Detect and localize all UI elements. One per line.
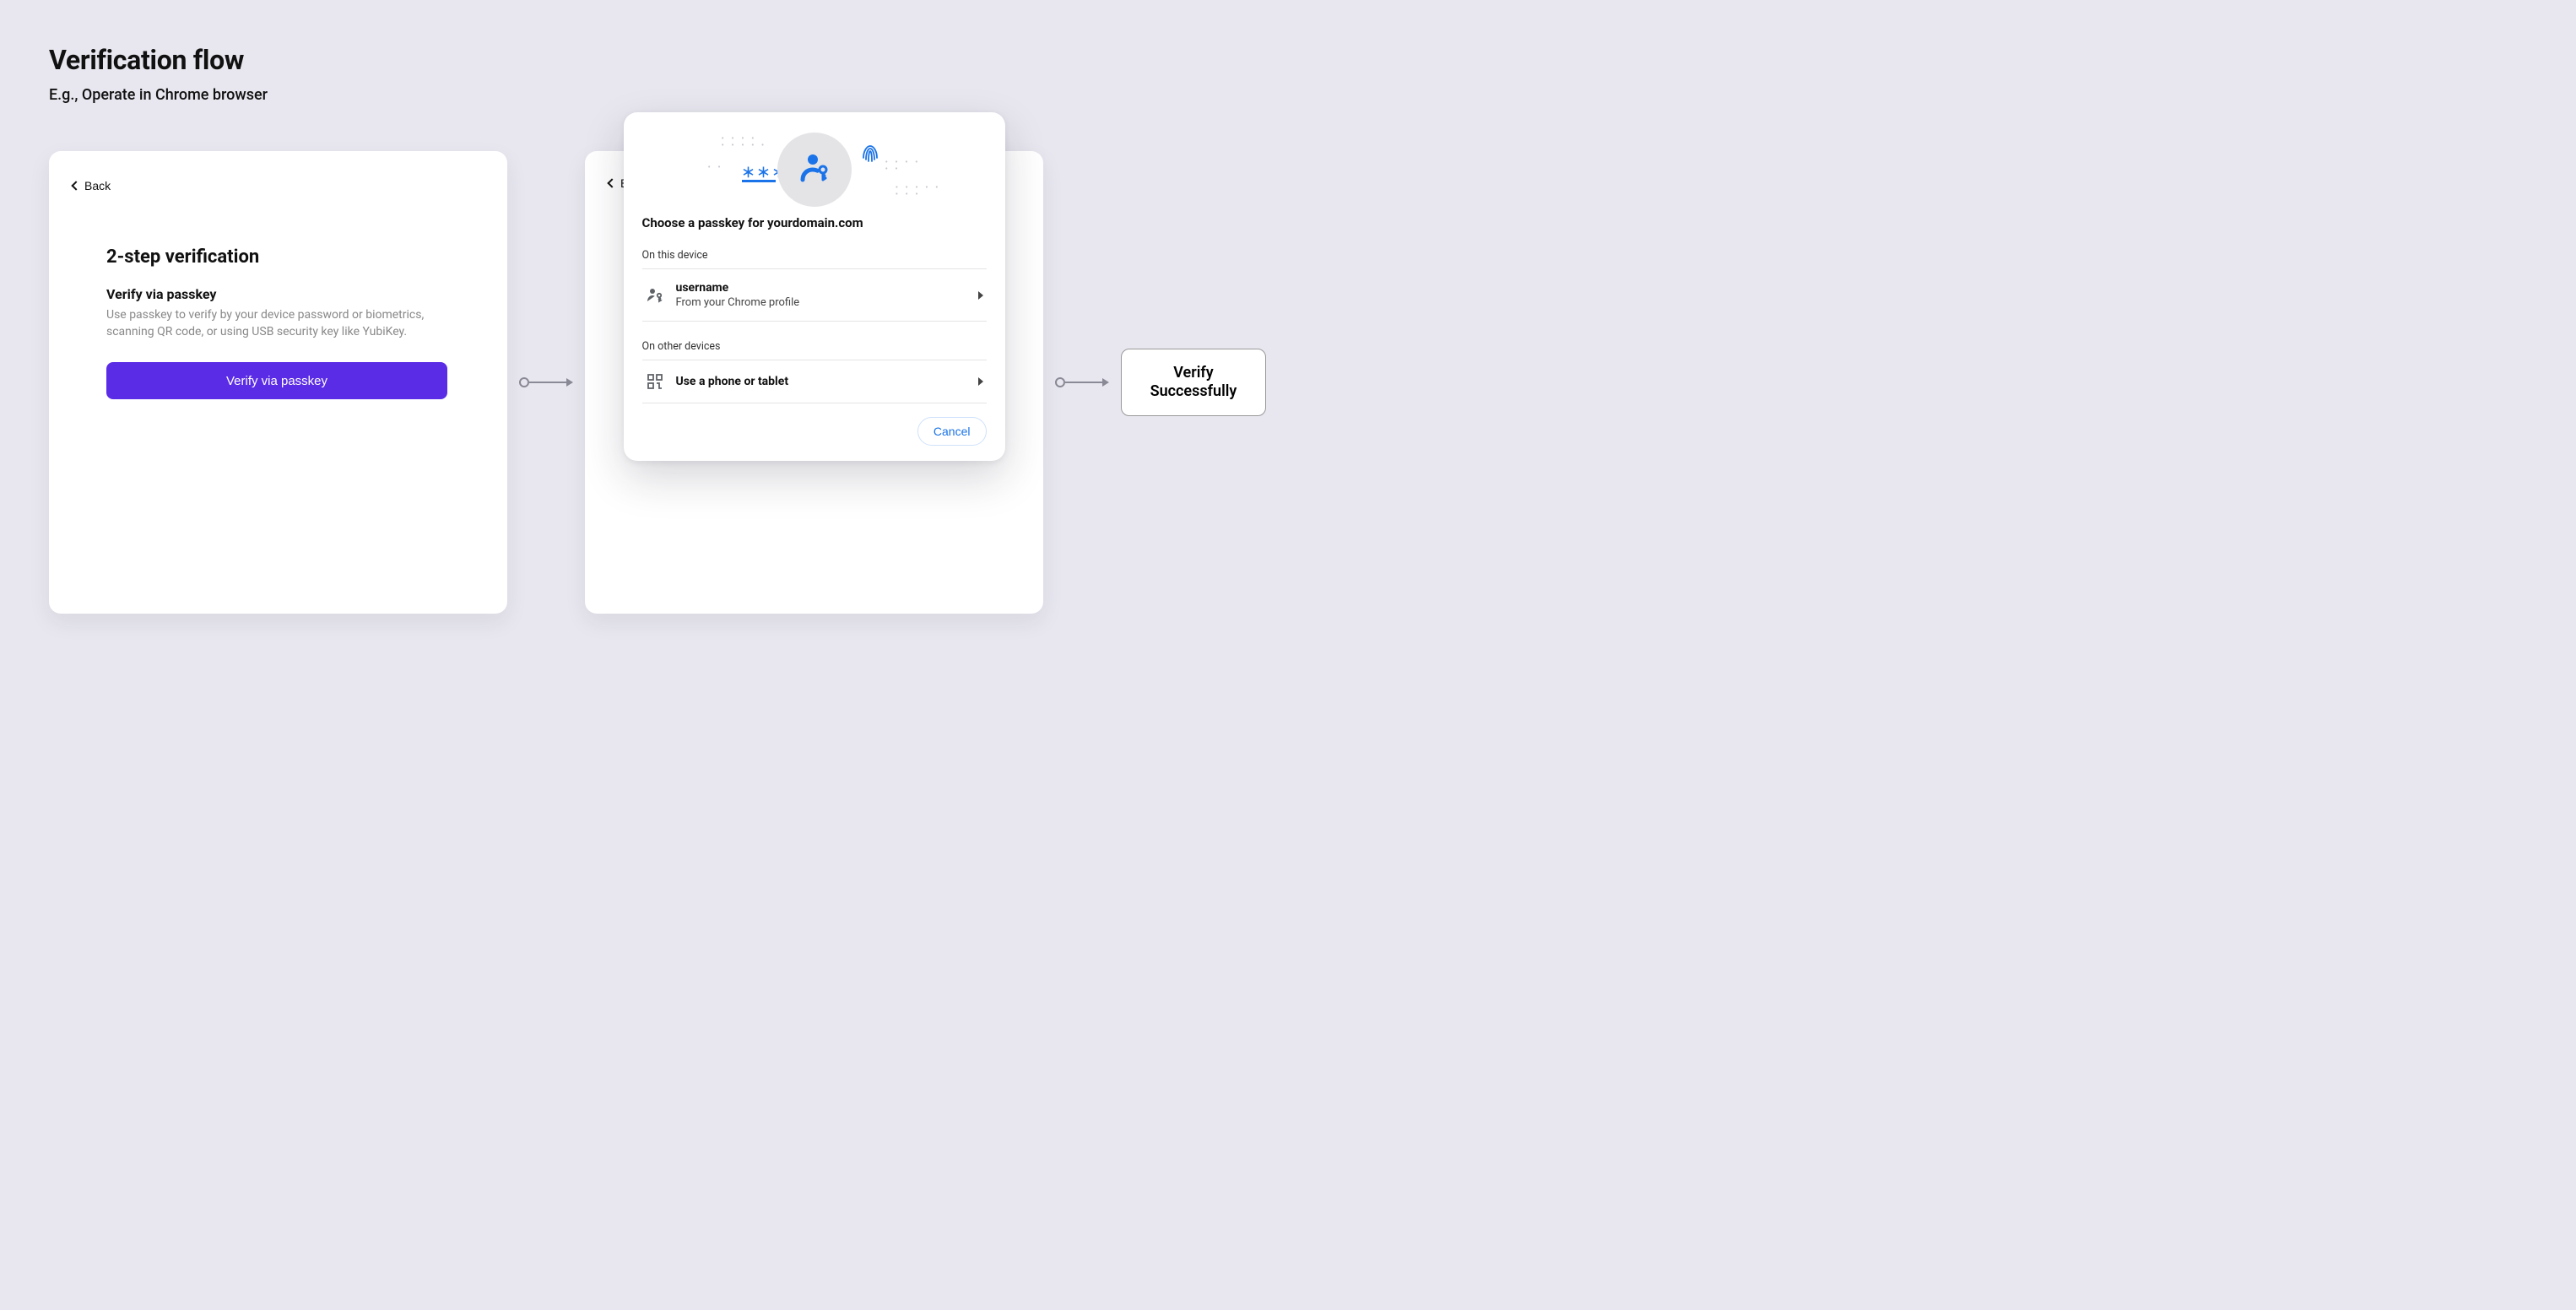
step1-body: 2-step verification Verify via passkey U…: [73, 192, 484, 399]
on-other-devices-label: On other devices: [642, 340, 987, 353]
caret-right-icon: [978, 377, 983, 386]
step1-subheading: Verify via passkey: [106, 286, 450, 302]
other-device-label: Use a phone or tablet: [676, 375, 978, 388]
flow-connector-1: [519, 377, 573, 387]
connector-start-icon: [519, 377, 529, 387]
passkey-dialog: • • • •• • • • • • • ＊＊＊: [624, 112, 1005, 461]
arrow-right-icon: [1102, 378, 1109, 387]
password-underline-icon: [742, 180, 776, 182]
user-key-icon: [646, 286, 664, 305]
verify-via-passkey-button[interactable]: Verify via passkey: [106, 362, 447, 399]
dialog-content: Choose a passkey for yourdomain.com On t…: [624, 208, 1005, 403]
dialog-title-prefix: Choose a passkey for: [642, 215, 765, 230]
back-label: Back: [84, 179, 111, 192]
step2-wrap: Back • • • •• • • • • • • ＊＊＊: [585, 151, 1043, 614]
passkey-username: username: [676, 281, 978, 295]
cancel-button[interactable]: Cancel: [917, 417, 987, 446]
dialog-title: Choose a passkey for yourdomain.com: [642, 215, 987, 230]
result-badge: Verify Successfully: [1121, 349, 1266, 416]
dialog-domain: yourdomain.com: [767, 215, 863, 230]
step1-heading: 2-step verification: [106, 246, 450, 268]
dialog-hero: • • • •• • • • • • • ＊＊＊: [624, 131, 1005, 208]
diagram-header: Verification flow E.g., Operate in Chrom…: [49, 44, 268, 104]
connector-line: [1065, 382, 1102, 383]
decor-dots: • •: [708, 165, 723, 171]
result-line1: Verify: [1173, 364, 1213, 383]
arrow-right-icon: [566, 378, 573, 387]
step1-card: Back 2-step verification Verify via pass…: [49, 151, 507, 614]
scallop-badge: [777, 133, 852, 207]
user-passkey-icon: [798, 151, 831, 188]
step1-description: Use passkey to verify by your device pas…: [106, 307, 444, 340]
connector-line: [529, 382, 566, 383]
chevron-left-icon: [607, 178, 616, 187]
diagram-subtitle: E.g., Operate in Chrome browser: [49, 86, 268, 104]
result-line2: Successfully: [1150, 382, 1237, 402]
decor-dots: • • • • •• • •: [896, 185, 941, 198]
qr-icon: [646, 372, 664, 391]
back-button[interactable]: Back: [73, 179, 111, 192]
passkey-option-text: Use a phone or tablet: [676, 375, 978, 388]
decor-dots: • • • •• •: [885, 160, 921, 173]
connector-start-icon: [1055, 377, 1065, 387]
passkey-option-profile[interactable]: username From your Chrome profile: [642, 268, 987, 322]
diagram-title: Verification flow: [49, 44, 268, 76]
on-this-device-label: On this device: [642, 249, 987, 262]
passkey-option-text: username From your Chrome profile: [676, 281, 978, 309]
passkey-option-other-device[interactable]: Use a phone or tablet: [642, 360, 987, 403]
dialog-footer: Cancel: [624, 403, 1005, 446]
passkey-source: From your Chrome profile: [676, 296, 978, 309]
fingerprint-icon: [858, 141, 882, 168]
flow-stage: Back 2-step verification Verify via pass…: [49, 151, 1266, 614]
decor-dots: • • • •• • • • •: [722, 136, 767, 149]
chevron-left-icon: [71, 181, 80, 190]
flow-connector-2: [1055, 377, 1109, 387]
caret-right-icon: [978, 291, 983, 300]
